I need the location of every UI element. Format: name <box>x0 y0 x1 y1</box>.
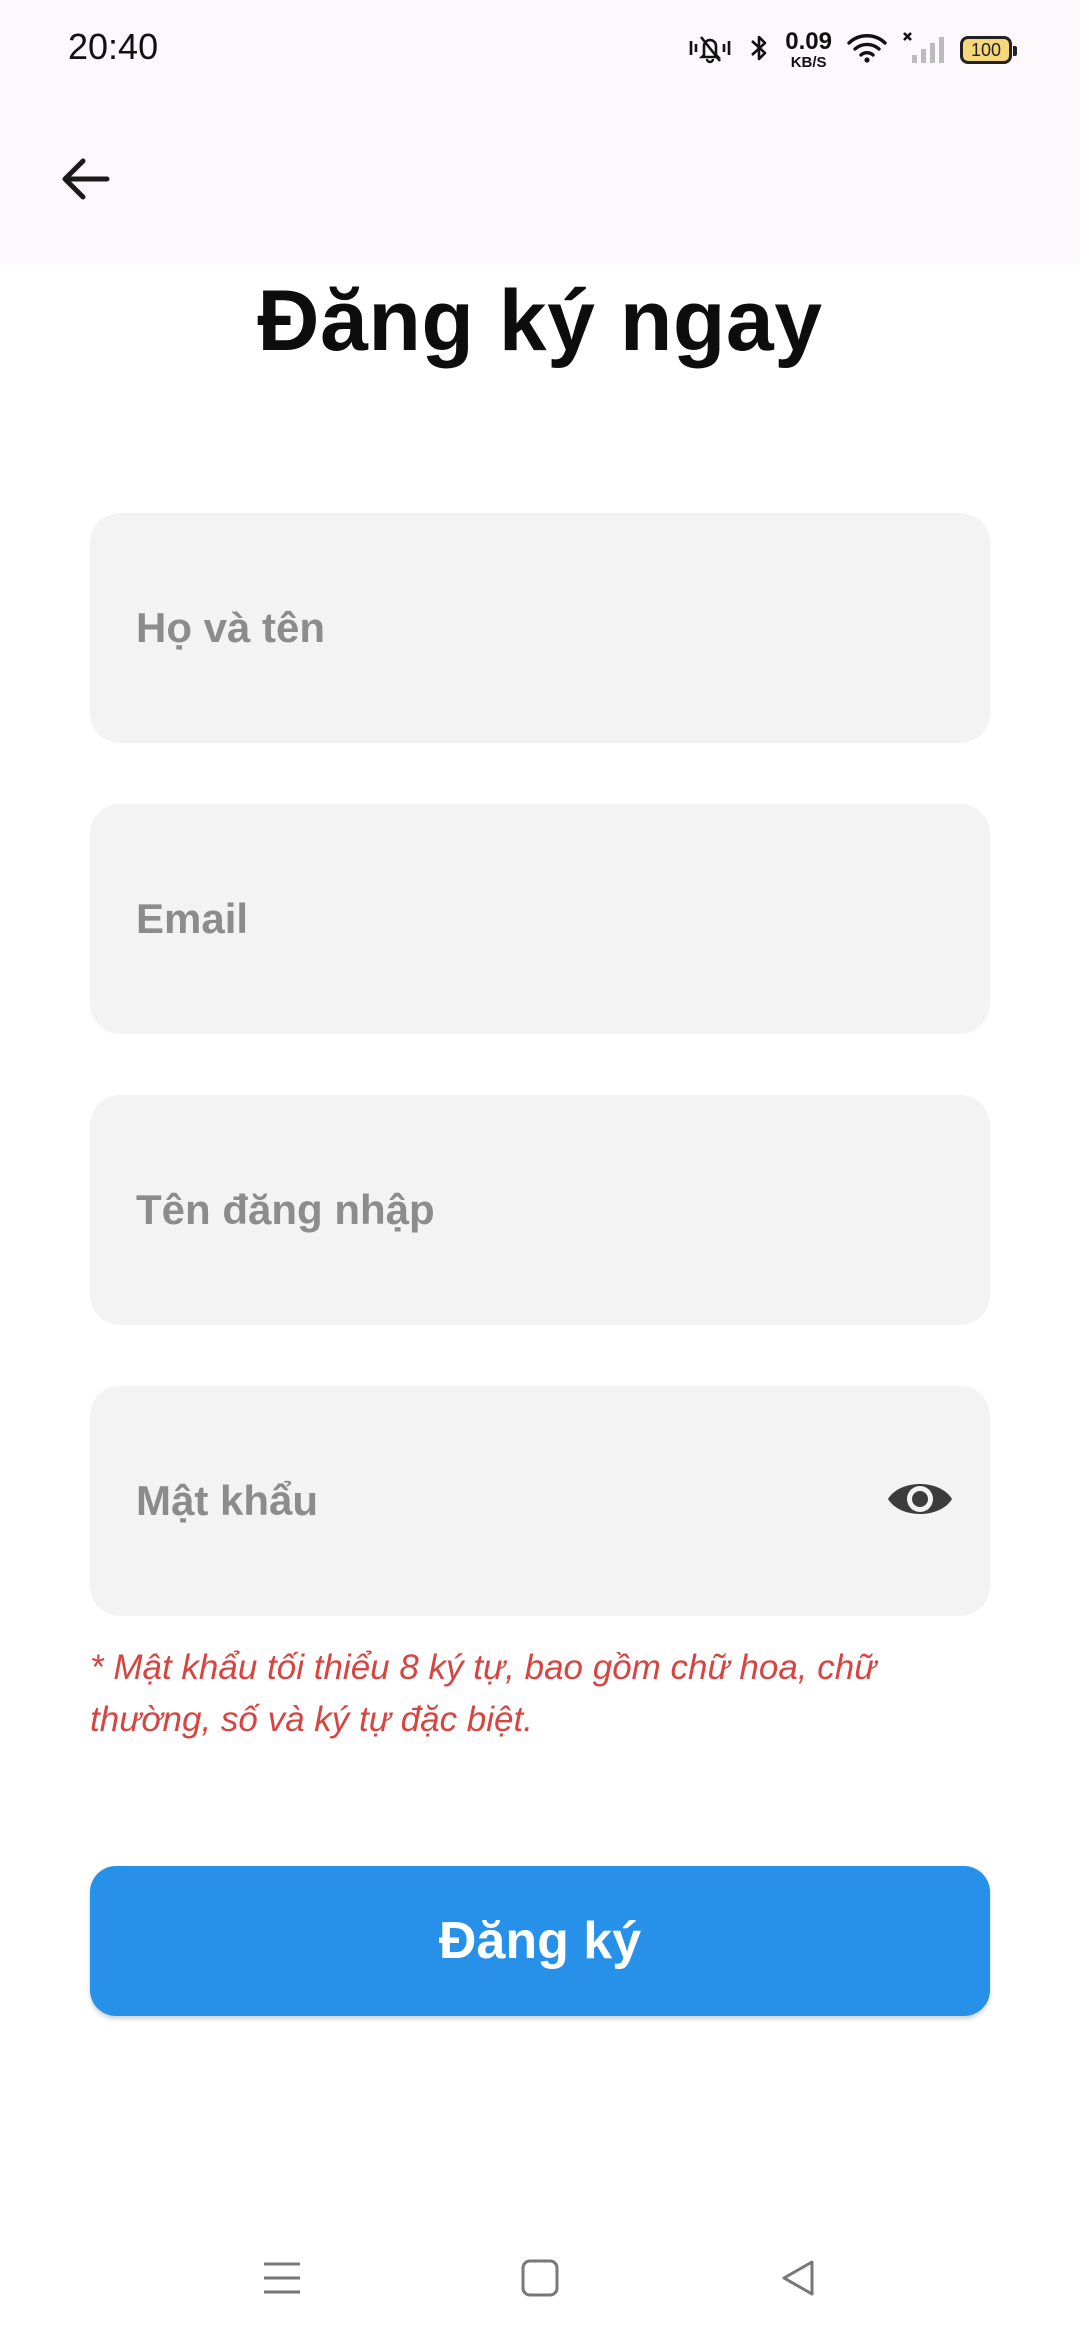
eye-icon <box>886 1475 954 1528</box>
home-button[interactable] <box>500 2240 580 2320</box>
app-bar <box>0 100 1080 264</box>
full-name-field[interactable]: Họ và tên <box>90 513 990 743</box>
email-field[interactable]: Email <box>90 804 990 1034</box>
back-triangle-icon <box>778 2258 818 2303</box>
password-hint: * Mật khẩu tối thiểu 8 ký tự, bao gồm ch… <box>90 1648 877 1739</box>
back-nav-button[interactable] <box>758 2240 838 2320</box>
password-visibility-toggle[interactable] <box>880 1461 960 1541</box>
net-speed-unit: KB/S <box>790 54 827 71</box>
home-icon <box>520 2258 560 2303</box>
net-speed: 0.09 KB/S <box>785 28 832 71</box>
arrow-left-icon <box>57 154 113 209</box>
status-bar: 20:40 0.09 KB/S 100 <box>0 0 1080 100</box>
username-field[interactable]: Tên đăng nhập <box>90 1095 990 1325</box>
username-placeholder: Tên đăng nhập <box>136 1186 435 1233</box>
mute-vibrate-icon <box>687 31 733 70</box>
signal-icon <box>902 31 946 70</box>
battery-icon: 100 <box>960 36 1017 64</box>
bluetooth-icon <box>747 31 771 70</box>
register-button[interactable]: Đăng ký <box>90 1866 990 2016</box>
back-button[interactable] <box>40 136 130 226</box>
menu-icon <box>262 2258 302 2303</box>
wifi-icon <box>846 31 888 70</box>
system-nav-bar <box>0 2220 1080 2340</box>
register-button-label: Đăng ký <box>438 1912 642 1970</box>
email-placeholder: Email <box>136 895 249 942</box>
net-speed-value: 0.09 <box>785 28 832 55</box>
recent-apps-button[interactable] <box>242 2240 322 2320</box>
page-title: Đăng ký ngay <box>257 273 823 369</box>
password-placeholder: Mật khẩu <box>136 1477 319 1524</box>
status-icons: 0.09 KB/S 100 <box>687 24 1017 76</box>
battery-level: 100 <box>970 39 1002 60</box>
status-time: 20:40 <box>68 26 159 67</box>
full-name-placeholder: Họ và tên <box>136 604 326 651</box>
password-field[interactable]: Mật khẩu <box>90 1386 990 1616</box>
